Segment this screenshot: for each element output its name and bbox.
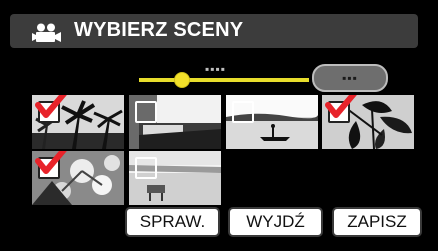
page-title: WYBIERZ SCENY: [74, 19, 244, 41]
check-button[interactable]: SPRAW.: [125, 207, 220, 237]
page-indicator: ▪▪▪▪: [205, 62, 227, 76]
thumbnail-6-checkbox[interactable]: [135, 157, 157, 179]
exit-button[interactable]: WYJDŹ: [228, 207, 323, 237]
save-button[interactable]: ZAPISZ: [332, 207, 422, 237]
thumbnail-1-checkbox[interactable]: [38, 101, 60, 123]
thumbnail-2-checkbox[interactable]: [135, 101, 157, 123]
thumbnail-5[interactable]: [32, 151, 124, 205]
thumbnail-2[interactable]: [129, 95, 221, 149]
thumbnail-3-checkbox[interactable]: [232, 101, 254, 123]
thumbnail-4[interactable]: [322, 95, 414, 149]
scene-slider-fill: [139, 78, 309, 82]
thumbnail-3[interactable]: [226, 95, 318, 149]
scene-slider-track[interactable]: [139, 78, 309, 82]
thumbnail-4-checkbox[interactable]: [328, 101, 350, 123]
title-bar: WYBIERZ SCENY: [10, 14, 418, 48]
thumbnail-6[interactable]: [129, 151, 221, 205]
video-camera-icon: [32, 23, 61, 42]
thumbnail-5-checkbox[interactable]: [38, 157, 60, 179]
scene-selection-screen: WYBIERZ SCENY ▪▪▪▪ ▪▪▪ SPRAW. WYJDŹ ZAPI…: [0, 0, 438, 251]
scene-slider-handle[interactable]: [173, 72, 190, 88]
zoom-pill-button[interactable]: ▪▪▪: [312, 64, 388, 92]
thumbnail-1[interactable]: [32, 95, 124, 149]
